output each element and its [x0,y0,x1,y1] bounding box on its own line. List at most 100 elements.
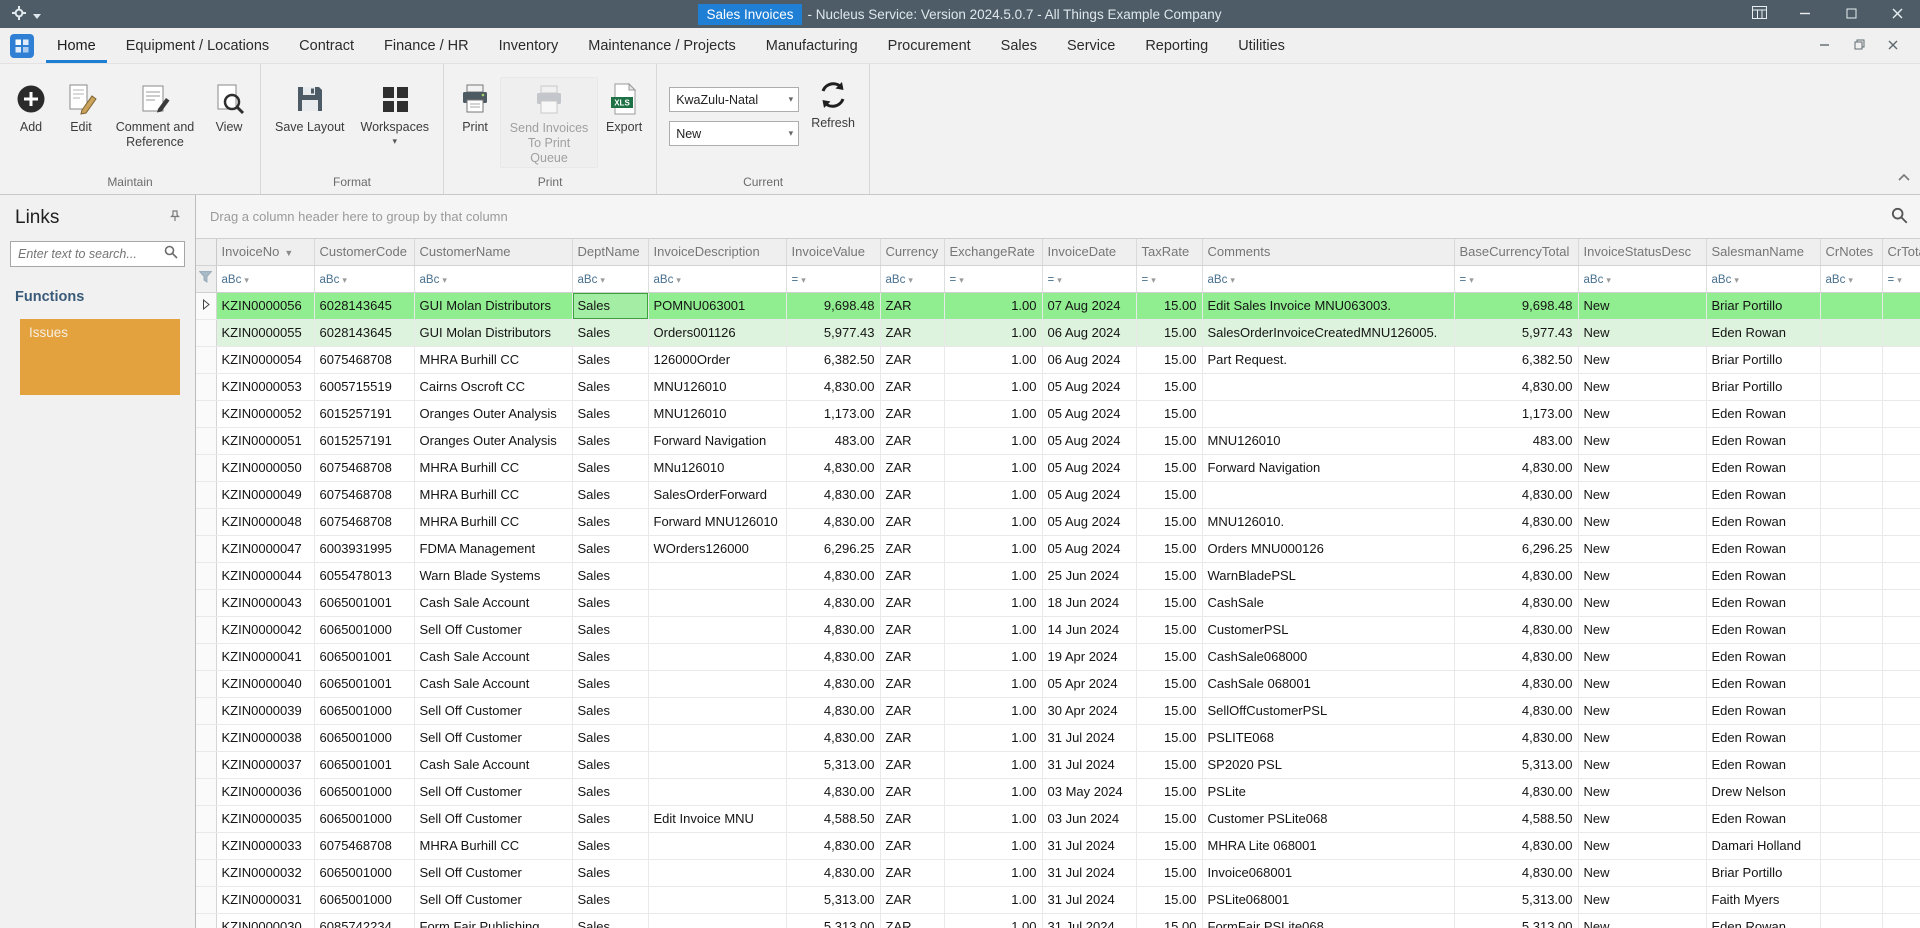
table-row[interactable]: KZIN0000031 6065001000 Sell Off Customer Sa… [196,886,1920,914]
cell-comments[interactable]: FormFair PSLite068 [1202,913,1455,928]
cell-invoicedescription[interactable]: SalesOrderForward [648,481,787,509]
tab-finance-hr[interactable]: Finance / HR [369,28,484,63]
cell-customername[interactable]: MHRA Burhill CC [414,832,573,860]
cell-salesmanname[interactable]: Briar Portillo [1706,292,1821,320]
filter-cell-crtotal[interactable]: = ▾ [1882,265,1920,293]
cell-invoicedate[interactable]: 31 Jul 2024 [1042,859,1137,887]
cell-customername[interactable]: Cash Sale Account [414,589,573,617]
cell-crnotes[interactable] [1820,697,1883,725]
cell-invoiceno[interactable]: KZIN0000033 [216,832,315,860]
table-row[interactable]: KZIN0000055 6028143645 GUI Molan Distribut… [196,319,1920,347]
cell-crnotes[interactable] [1820,454,1883,482]
cell-exchangerate[interactable]: 1.00 [944,589,1043,617]
cell-invoiceno[interactable]: KZIN0000050 [216,454,315,482]
cell-crnotes[interactable] [1820,427,1883,455]
grid-viewport[interactable]: InvoiceNo ▼ CustomerCode CustomerName DeptNa… [196,239,1920,928]
cell-customername[interactable]: MHRA Burhill CC [414,346,573,374]
cell-deptname[interactable]: Sales [572,508,649,536]
edit-button[interactable]: Edit [56,77,106,137]
cell-crnotes[interactable] [1820,346,1883,374]
cell-invoicedate[interactable]: 30 Apr 2024 [1042,697,1137,725]
cell-customername[interactable]: GUI Molan Distributors [414,319,573,347]
cell-invoicedescription[interactable]: Orders001126 [648,319,787,347]
cell-taxrate[interactable]: 15.00 [1136,670,1203,698]
cell-invoicedescription[interactable]: Forward Navigation [648,427,787,455]
group-by-bar[interactable]: Drag a column header here to group by th… [196,195,1920,239]
cell-taxrate[interactable]: 15.00 [1136,886,1203,914]
cell-invoicedescription[interactable] [648,886,787,914]
cell-crtotal[interactable] [1882,751,1920,779]
cell-salesmanname[interactable]: Eden Rowan [1706,535,1821,563]
cell-customercode[interactable]: 6015257191 [314,400,415,428]
cell-crnotes[interactable] [1820,535,1883,563]
gear-icon[interactable] [12,5,26,23]
cell-invoiceno[interactable]: KZIN0000044 [216,562,315,590]
cell-currency[interactable]: ZAR [880,400,945,428]
table-row[interactable]: KZIN0000032 6065001000 Sell Off Customer Sa… [196,859,1920,887]
cell-invoicestatusdesc[interactable]: New [1578,670,1707,698]
cell-exchangerate[interactable]: 1.00 [944,832,1043,860]
cell-customername[interactable]: Oranges Outer Analysis [414,400,573,428]
cell-crnotes[interactable] [1820,481,1883,509]
cell-invoicedate[interactable]: 05 Aug 2024 [1042,454,1137,482]
cell-customercode[interactable]: 6065001000 [314,859,415,887]
filter-cell-exchangerate[interactable]: = ▾ [944,265,1043,293]
cell-basecurrencytotal[interactable]: 4,830.00 [1454,562,1579,590]
cell-salesmanname[interactable]: Eden Rowan [1706,751,1821,779]
cell-invoicestatusdesc[interactable]: New [1578,319,1707,347]
cell-currency[interactable]: ZAR [880,751,945,779]
cell-salesmanname[interactable]: Eden Rowan [1706,427,1821,455]
cell-crnotes[interactable] [1820,751,1883,779]
export-button[interactable]: XLS Export [598,77,650,137]
cell-invoicedate[interactable]: 31 Jul 2024 [1042,913,1137,928]
table-row[interactable]: KZIN0000044 6055478013 Warn Blade Systems S… [196,562,1920,590]
cell-comments[interactable]: Invoice068001 [1202,859,1455,887]
cell-crtotal[interactable] [1882,481,1920,509]
cell-invoicevalue[interactable]: 1,173.00 [786,400,881,428]
cell-invoicevalue[interactable]: 4,830.00 [786,859,881,887]
cell-exchangerate[interactable]: 1.00 [944,562,1043,590]
cell-invoicedescription[interactable] [648,913,787,928]
cell-crtotal[interactable] [1882,859,1920,887]
cell-invoicevalue[interactable]: 4,830.00 [786,616,881,644]
cell-invoicevalue[interactable]: 5,313.00 [786,751,881,779]
cell-taxrate[interactable]: 15.00 [1136,805,1203,833]
cell-exchangerate[interactable]: 1.00 [944,292,1043,320]
cell-invoicedate[interactable]: 25 Jun 2024 [1042,562,1137,590]
cell-taxrate[interactable]: 15.00 [1136,751,1203,779]
cell-deptname[interactable]: Sales [572,886,649,914]
cell-deptname[interactable]: Sales [572,616,649,644]
table-row[interactable]: KZIN0000056 6028143645 GUI Molan Distribut… [196,292,1920,320]
cell-invoicevalue[interactable]: 4,830.00 [786,670,881,698]
cell-crtotal[interactable] [1882,643,1920,671]
cell-crtotal[interactable] [1882,562,1920,590]
cell-taxrate[interactable]: 15.00 [1136,400,1203,428]
search-icon[interactable] [164,245,178,264]
cell-crtotal[interactable] [1882,292,1920,320]
cell-customername[interactable]: Sell Off Customer [414,805,573,833]
cell-deptname[interactable]: Sales [572,670,649,698]
cell-currency[interactable]: ZAR [880,886,945,914]
cell-exchangerate[interactable]: 1.00 [944,886,1043,914]
cell-invoicevalue[interactable]: 6,382.50 [786,346,881,374]
cell-customercode[interactable]: 6065001000 [314,616,415,644]
region-dropdown[interactable]: KwaZulu-Natal ▾ [669,87,800,112]
cell-basecurrencytotal[interactable]: 5,313.00 [1454,913,1579,928]
cell-exchangerate[interactable]: 1.00 [944,616,1043,644]
cell-currency[interactable]: ZAR [880,805,945,833]
cell-exchangerate[interactable]: 1.00 [944,400,1043,428]
table-row[interactable]: KZIN0000033 6075468708 MHRA Burhill CC Sale… [196,832,1920,860]
cell-invoicestatusdesc[interactable]: New [1578,805,1707,833]
cell-deptname[interactable]: Sales [572,724,649,752]
cell-invoicedate[interactable]: 06 Aug 2024 [1042,319,1137,347]
cell-invoicestatusdesc[interactable]: New [1578,589,1707,617]
cell-crtotal[interactable] [1882,319,1920,347]
table-row[interactable]: KZIN0000040 6065001001 Cash Sale Account Sa… [196,670,1920,698]
cell-invoicedate[interactable]: 05 Apr 2024 [1042,670,1137,698]
cell-invoiceno[interactable]: KZIN0000032 [216,859,315,887]
cell-crnotes[interactable] [1820,643,1883,671]
cell-invoiceno[interactable]: KZIN0000049 [216,481,315,509]
cell-invoiceno[interactable]: KZIN0000031 [216,886,315,914]
cell-invoicestatusdesc[interactable]: New [1578,535,1707,563]
cell-comments[interactable] [1202,373,1455,401]
